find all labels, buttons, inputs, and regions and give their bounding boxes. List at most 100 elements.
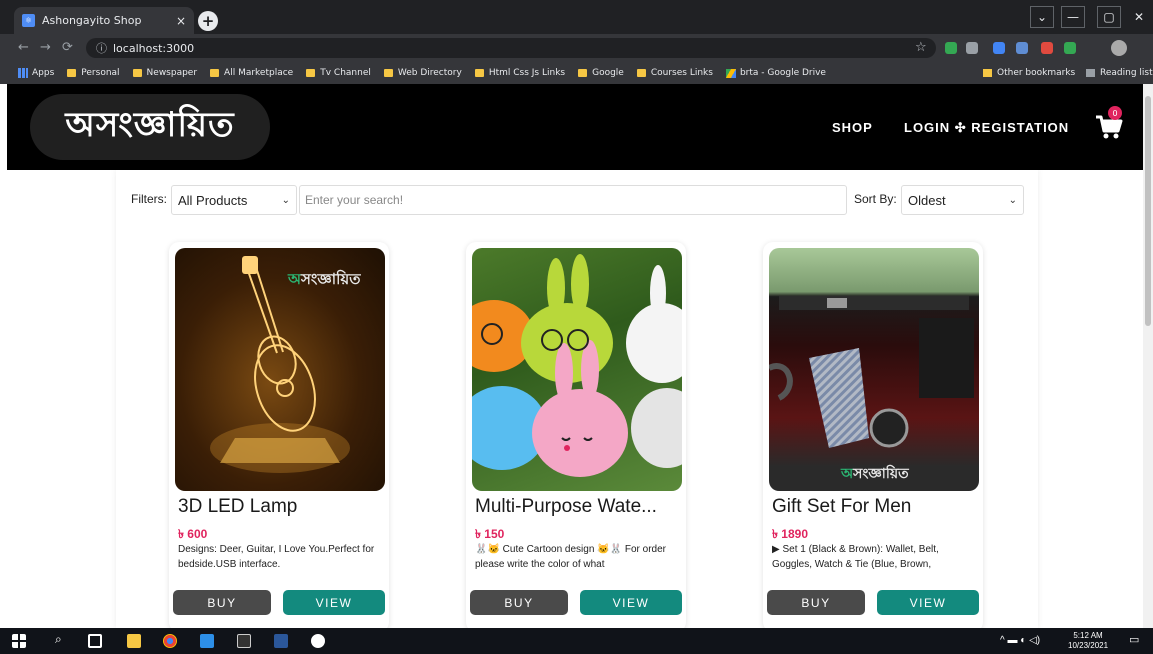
product-title[interactable]: Multi-Purpose Wate... bbox=[475, 496, 681, 518]
category-select[interactable]: All Products ⌄ bbox=[171, 185, 297, 215]
bookmark-web-directory[interactable]: Web Directory bbox=[383, 68, 462, 78]
sort-select[interactable]: Oldest ⌄ bbox=[901, 185, 1024, 215]
extension-icon[interactable] bbox=[993, 42, 1005, 54]
page-scrollbar[interactable] bbox=[1143, 84, 1153, 628]
bookmark-google[interactable]: Google bbox=[578, 68, 624, 78]
reload-icon[interactable]: ⟳ bbox=[62, 40, 73, 55]
react-favicon-icon: ⚛ bbox=[22, 14, 35, 27]
buy-button[interactable]: BUY bbox=[470, 590, 568, 615]
extension-icon[interactable] bbox=[1064, 42, 1076, 54]
extension-icon[interactable] bbox=[945, 42, 957, 54]
chrome-icon[interactable] bbox=[163, 634, 177, 648]
chevron-down-icon: ⌄ bbox=[1008, 194, 1017, 206]
forward-icon[interactable]: → bbox=[40, 40, 51, 55]
sort-select-value: Oldest bbox=[908, 192, 946, 208]
view-button[interactable]: VIEW bbox=[877, 590, 979, 615]
address-bar-row: ← → ⟳ ⓘ localhost:3000 ☆ bbox=[0, 34, 1153, 62]
profile-avatar[interactable] bbox=[1111, 40, 1127, 56]
view-button[interactable]: VIEW bbox=[283, 590, 385, 615]
windows-taskbar: ⌕ ^ ▬ ◐ ◁) 5:12 AM 10/23/2021 ▭ bbox=[0, 628, 1153, 654]
folder-icon bbox=[474, 69, 484, 77]
browser-tab[interactable]: ⚛ Ashongayito Shop × bbox=[14, 7, 194, 34]
url-text: localhost:3000 bbox=[113, 41, 195, 55]
nav-shop-link[interactable]: SHOP bbox=[832, 120, 873, 135]
product-title[interactable]: 3D LED Lamp bbox=[178, 496, 384, 518]
product-image-rabbit-purse[interactable] bbox=[472, 248, 682, 491]
reading-list[interactable]: Reading list bbox=[1086, 68, 1153, 78]
close-window-icon[interactable]: ✕ bbox=[1127, 6, 1151, 28]
nav-login-registration-link[interactable]: LOGIN ✣ REGISTATION bbox=[904, 120, 1069, 136]
google-drive-icon bbox=[725, 68, 736, 78]
word-icon[interactable] bbox=[274, 634, 288, 648]
product-card: অসংজ্ঞায়িত Gift Set For Men ৳ 1890 ▶ Se… bbox=[763, 242, 983, 628]
folder-icon bbox=[578, 69, 588, 77]
product-description: Designs: Deer, Guitar, I Love You.Perfec… bbox=[178, 544, 375, 570]
shop-content: Filters: All Products ⌄ Enter your searc… bbox=[116, 170, 1038, 628]
bookmarks-bar: Apps Personal Newspaper All Marketplace … bbox=[0, 62, 1153, 84]
windows-start-icon[interactable] bbox=[12, 634, 26, 648]
view-button[interactable]: VIEW bbox=[580, 590, 682, 615]
file-explorer-icon[interactable] bbox=[127, 634, 141, 648]
bookmark-courses-links[interactable]: Courses Links bbox=[636, 68, 713, 78]
app-icon[interactable] bbox=[311, 634, 325, 648]
site-header: অসংজ্ঞায়িত SHOP LOGIN ✣ REGISTATION 0 bbox=[7, 84, 1143, 170]
category-select-value: All Products bbox=[178, 192, 248, 208]
bookmark-brta-drive[interactable]: brta - Google Drive bbox=[725, 68, 826, 78]
extension-icon[interactable] bbox=[966, 42, 978, 54]
site-logo[interactable]: অসংজ্ঞায়িত bbox=[30, 94, 270, 160]
url-input[interactable]: ⓘ localhost:3000 bbox=[86, 38, 936, 58]
product-image-led-lamp[interactable]: অসংজ্ঞায়িত bbox=[175, 248, 385, 491]
tab-title: Ashongayito Shop bbox=[42, 14, 142, 27]
browser-tab-bar: ⚛ Ashongayito Shop × + ⌄ — ▢ ✕ bbox=[0, 0, 1153, 34]
clock-date: 10/23/2021 bbox=[1068, 641, 1109, 650]
minimize-icon[interactable]: — bbox=[1061, 6, 1085, 28]
apps-grid-icon bbox=[18, 68, 28, 78]
extension-icon[interactable] bbox=[1016, 42, 1028, 54]
reading-list-icon bbox=[1086, 69, 1095, 77]
bookmark-html-css-js[interactable]: Html Css Js Links bbox=[474, 68, 565, 78]
other-bookmarks[interactable]: Other bookmarks bbox=[983, 68, 1075, 78]
maximize-icon[interactable]: ▢ bbox=[1097, 6, 1121, 28]
search-input[interactable]: Enter your search! bbox=[299, 185, 847, 215]
watermark-logo: অসংজ্ঞায়িত bbox=[841, 466, 909, 482]
folder-icon bbox=[210, 69, 220, 77]
terminal-icon[interactable] bbox=[237, 634, 251, 648]
folder-icon bbox=[983, 69, 992, 77]
bookmark-tv-channel[interactable]: Tv Channel bbox=[306, 68, 371, 78]
search-icon[interactable]: ⌕ bbox=[55, 632, 69, 646]
bookmark-newspaper[interactable]: Newspaper bbox=[132, 68, 197, 78]
new-tab-button[interactable]: + bbox=[198, 11, 218, 31]
product-image-gift-set[interactable]: অসংজ্ঞায়িত bbox=[769, 248, 979, 491]
extension-icon[interactable] bbox=[1041, 42, 1053, 54]
folder-icon bbox=[67, 69, 77, 77]
buy-button[interactable]: BUY bbox=[767, 590, 865, 615]
back-icon[interactable]: ← bbox=[18, 40, 29, 55]
product-title[interactable]: Gift Set For Men bbox=[772, 496, 978, 518]
product-description: ▶ Set 1 (Black & Brown): Wallet, Belt, G… bbox=[772, 544, 939, 570]
system-tray-icons[interactable]: ^ ▬ ◐ ◁) bbox=[1000, 636, 1040, 646]
product-card: Multi-Purpose Wate... ৳ 150 🐰🐱 Cute Cart… bbox=[466, 242, 686, 628]
tab-search-icon[interactable]: ⌄ bbox=[1030, 6, 1054, 28]
bookmark-apps[interactable]: Apps bbox=[18, 68, 54, 78]
cart-count-badge: 0 bbox=[1108, 106, 1122, 120]
info-icon[interactable]: ⓘ bbox=[96, 40, 107, 56]
filters-label: Filters: bbox=[131, 192, 167, 206]
folder-icon bbox=[383, 69, 393, 77]
notifications-icon[interactable]: ▭ bbox=[1129, 635, 1139, 646]
product-description: 🐰🐱 Cute Cartoon design 🐱🐰 For order plea… bbox=[475, 544, 666, 570]
clock[interactable]: 5:12 AM 10/23/2021 bbox=[1068, 631, 1108, 651]
sort-by-label: Sort By: bbox=[854, 192, 897, 206]
folder-icon bbox=[306, 69, 316, 77]
bookmark-star-icon[interactable]: ☆ bbox=[915, 40, 927, 55]
bookmark-personal[interactable]: Personal bbox=[67, 68, 120, 78]
logo-text: অসংজ্ঞায়িত bbox=[65, 104, 235, 145]
tab-close-icon[interactable]: × bbox=[176, 14, 186, 28]
page-viewport: অসংজ্ঞায়িত SHOP LOGIN ✣ REGISTATION 0 F… bbox=[0, 84, 1143, 628]
task-view-icon[interactable] bbox=[88, 634, 102, 648]
scrollbar-thumb[interactable] bbox=[1145, 96, 1151, 326]
vscode-icon[interactable] bbox=[200, 634, 214, 648]
bookmark-all-marketplace[interactable]: All Marketplace bbox=[210, 68, 293, 78]
clock-time: 5:12 AM bbox=[1073, 631, 1103, 640]
buy-button[interactable]: BUY bbox=[173, 590, 271, 615]
folder-icon bbox=[132, 69, 142, 77]
